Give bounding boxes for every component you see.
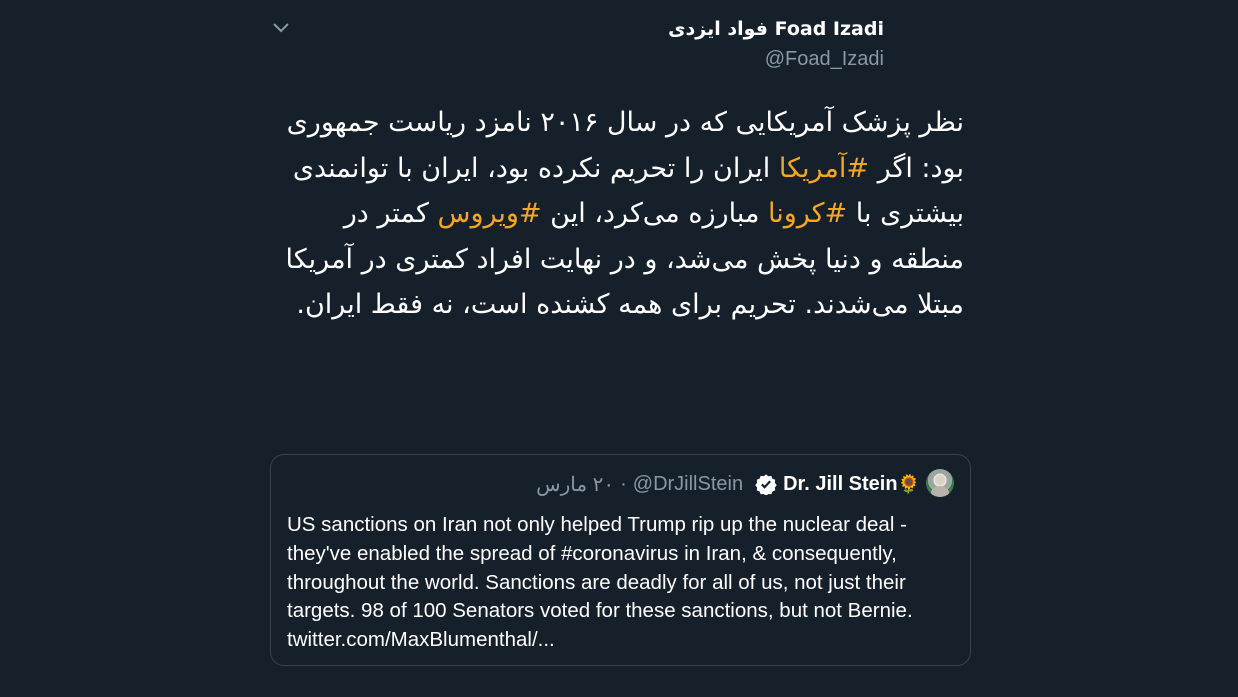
header-separator: · [620,472,627,495]
quoted-author-avatar[interactable] [926,469,954,497]
tweet-text-segment: مبارزه می‌کرد، این [541,198,768,229]
quoted-tweet-text: US sanctions on Iran not only helped Tru… [287,513,913,652]
hashtag-link[interactable]: #آمریکا [779,153,869,184]
tweet-author-name[interactable]: فواد ایزدی Foad Izadi [668,18,884,40]
hashtag-link[interactable]: #کرونا [768,198,847,229]
hashtag-link[interactable]: #ویروس [438,198,542,229]
verified-badge-icon [755,474,777,495]
sunflower-emoji: 🌻 [897,473,920,494]
tweet-screen: فواد ایزدی Foad Izadi @Foad_Izadi نظر پز… [0,0,1238,697]
quoted-tweet-header: 🌻 Dr. Jill Stein @DrJillStein · ۲۰ مارس [536,470,920,498]
quoted-author-handle[interactable]: @DrJillStein [633,473,743,496]
tweet-text: نظر پزشک آمریکایی که در سال ۲۰۱۶ نامزد ر… [272,100,964,412]
quoted-tweet-card[interactable]: 🌻 Dr. Jill Stein @DrJillStein · ۲۰ مارس … [270,454,971,666]
quoted-tweet-date[interactable]: ۲۰ مارس [536,472,614,497]
quoted-author-name[interactable]: Dr. Jill Stein [783,473,897,496]
tweet-author-handle[interactable]: @Foad_Izadi [765,48,884,71]
chevron-down-icon[interactable] [271,20,291,36]
